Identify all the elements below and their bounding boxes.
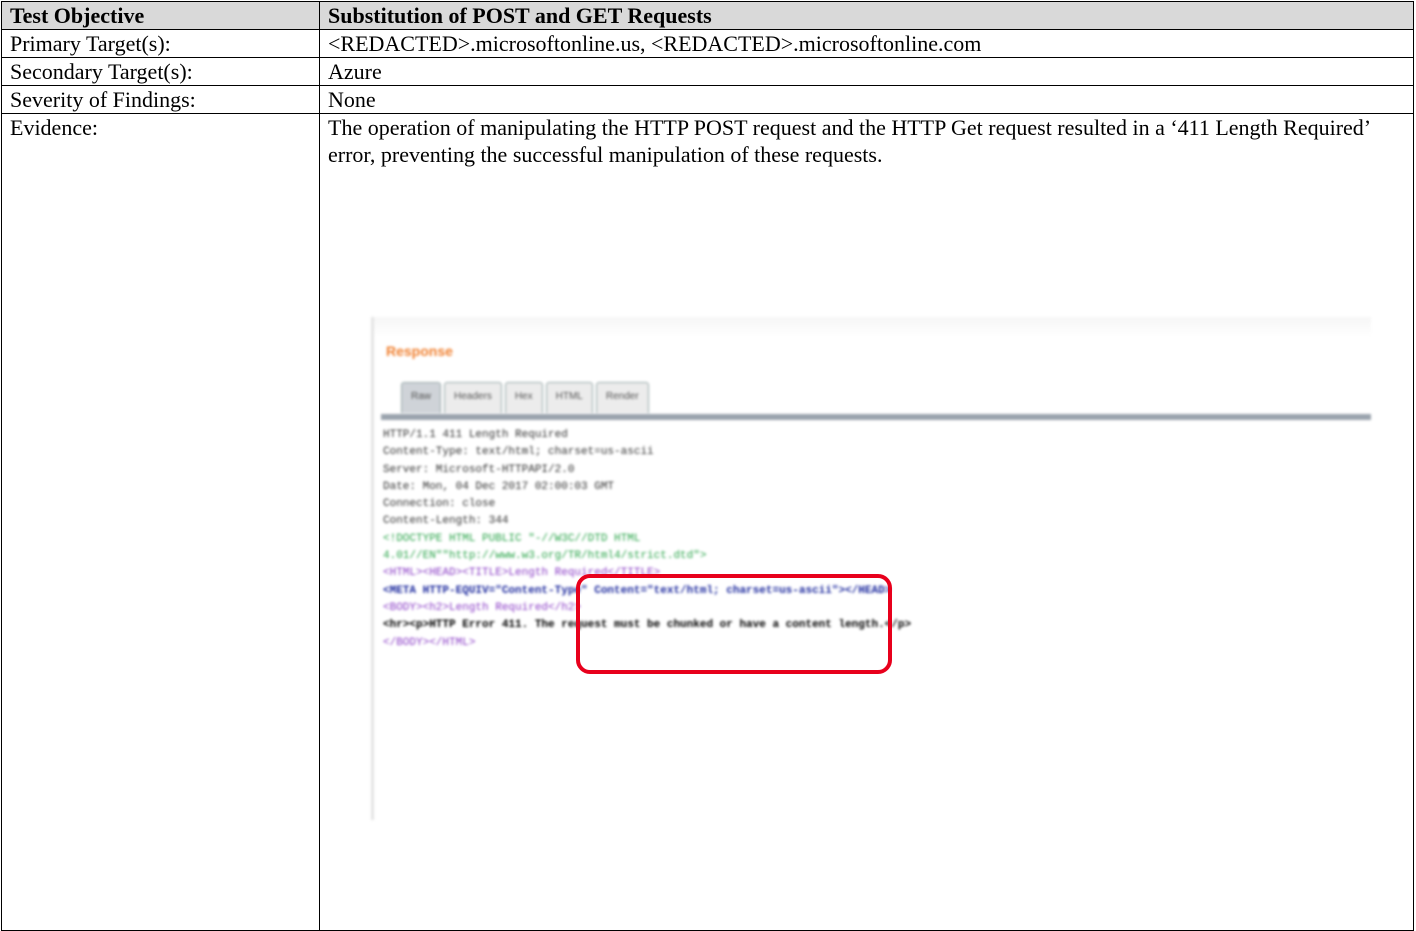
code-line: HTTP/1.1 411 Length Required bbox=[383, 429, 568, 441]
evidence-screenshot: Response Raw Headers Hex HTML Render HTT… bbox=[371, 317, 1371, 820]
row-value: <REDACTED>.microsoftonline.us, <REDACTED… bbox=[319, 29, 1414, 58]
row-label: Severity of Findings: bbox=[1, 85, 320, 114]
response-tabs: Raw Headers Hex HTML Render bbox=[401, 382, 652, 413]
screenshot-topbar bbox=[371, 317, 1371, 337]
row-label: Secondary Target(s): bbox=[1, 57, 320, 86]
table-row: Primary Target(s): <REDACTED>.microsofto… bbox=[1, 29, 1414, 58]
highlight-box bbox=[576, 574, 892, 674]
tab-hex[interactable]: Hex bbox=[504, 382, 543, 413]
code-line: Date: Mon, 04 Dec 2017 02:00:03 GMT bbox=[383, 480, 615, 493]
tab-raw[interactable]: Raw bbox=[401, 382, 442, 413]
header-row: Test Objective Substitution of POST and … bbox=[1, 1, 1414, 30]
code-line: Server: Microsoft-HTTPAPI/2.0 bbox=[383, 463, 575, 476]
response-title: Response bbox=[386, 343, 453, 359]
code-line: Content-Type: text/html; charset=us-asci… bbox=[383, 446, 654, 459]
row-value: None bbox=[319, 85, 1414, 114]
code-line: Connection: close bbox=[383, 498, 496, 511]
code-line: <!DOCTYPE HTML PUBLIC "-//W3C//DTD HTML bbox=[383, 532, 641, 545]
table-row: Secondary Target(s): Azure bbox=[1, 57, 1414, 86]
screenshot-edge bbox=[371, 317, 374, 820]
row-label: Primary Target(s): bbox=[1, 29, 320, 58]
tab-divider bbox=[381, 414, 1371, 420]
header-label: Test Objective bbox=[1, 1, 320, 30]
table-row: Severity of Findings: None bbox=[1, 85, 1414, 114]
tab-headers[interactable]: Headers bbox=[444, 382, 502, 413]
evidence-text: The operation of manipulating the HTTP P… bbox=[328, 115, 1370, 167]
code-line: Content-Length: 344 bbox=[383, 515, 509, 528]
evidence-label: Evidence: bbox=[1, 113, 320, 931]
tab-html[interactable]: HTML bbox=[545, 382, 593, 413]
row-value: Azure bbox=[319, 57, 1414, 86]
code-line: 4.01//EN""http://www.w3.org/TR/html4/str… bbox=[383, 550, 707, 563]
header-value: Substitution of POST and GET Requests bbox=[319, 1, 1414, 30]
tab-render[interactable]: Render bbox=[595, 382, 649, 413]
